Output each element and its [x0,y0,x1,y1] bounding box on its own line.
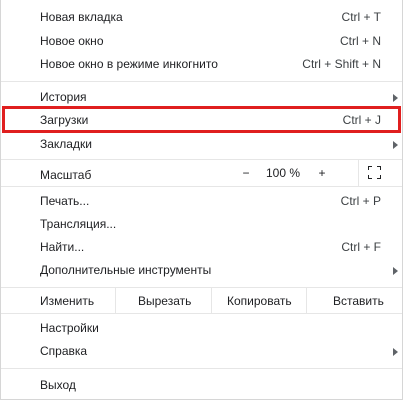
new-window-shortcut: Ctrl + N [339,34,381,48]
exit-label: Выход [40,378,76,392]
browser-menu: Новая вкладка Ctrl + T Новое окно Ctrl +… [0,0,403,400]
edit-divider [211,288,212,313]
help-label: Справка [40,344,88,358]
cast-label: Трансляция... [40,217,117,231]
menu-item-bookmarks[interactable]: Закладки [1,133,402,157]
chevron-right-icon [393,348,398,356]
menu-separator [1,81,402,82]
find-shortcut: Ctrl + F [341,240,381,254]
menu-item-cast[interactable]: Трансляция... [1,213,402,237]
incognito-shortcut: Ctrl + Shift + N [302,57,381,71]
bookmarks-label: Закладки [40,137,92,151]
find-label: Найти... [40,240,85,254]
fullscreen-icon [368,166,381,179]
menu-separator [1,368,402,369]
chevron-right-icon [393,267,398,275]
new-tab-label: Новая вкладка [40,10,123,24]
menu-item-find[interactable]: Найти... Ctrl + F [1,236,402,260]
zoom-label: Масштаб [40,168,92,182]
menu-separator [1,159,402,160]
zoom-out-button[interactable]: − [231,160,261,186]
menu-separator [1,186,402,187]
menu-item-new-window[interactable]: Новое окно Ctrl + N [1,30,402,54]
zoom-in-button[interactable]: + [307,160,337,186]
menu-item-new-tab[interactable]: Новая вкладка Ctrl + T [1,6,402,30]
print-shortcut: Ctrl + P [340,194,381,208]
menu-item-incognito[interactable]: Новое окно в режиме инкогнито Ctrl + Shi… [1,53,402,77]
menu-item-settings[interactable]: Настройки [1,317,402,341]
menu-item-print[interactable]: Печать... Ctrl + P [1,190,402,214]
zoom-level: 100 % [265,166,301,180]
menu-item-more-tools[interactable]: Дополнительные инструменты [1,259,402,283]
settings-label: Настройки [40,321,99,335]
menu-item-exit[interactable]: Выход [1,374,402,398]
menu-item-help[interactable]: Справка [1,340,402,364]
edit-row: Изменить Вырезать Копировать Вставить [1,288,402,313]
more-tools-label: Дополнительные инструменты [40,263,212,277]
history-label: История [40,90,87,104]
edit-label: Изменить [40,294,95,308]
fullscreen-button[interactable] [358,160,402,186]
new-window-label: Новое окно [40,34,104,48]
menu-separator [1,313,402,314]
chevron-right-icon [393,141,398,149]
chevron-right-icon [393,94,398,102]
print-label: Печать... [40,194,90,208]
edit-divider [306,288,307,313]
new-tab-shortcut: Ctrl + T [341,10,381,24]
incognito-label: Новое окно в режиме инкогнито [40,57,218,71]
paste-button[interactable]: Вставить [333,288,384,313]
copy-button[interactable]: Копировать [227,288,292,313]
edit-divider [115,288,116,313]
downloads-highlight-box [2,106,401,133]
cut-button[interactable]: Вырезать [138,288,191,313]
